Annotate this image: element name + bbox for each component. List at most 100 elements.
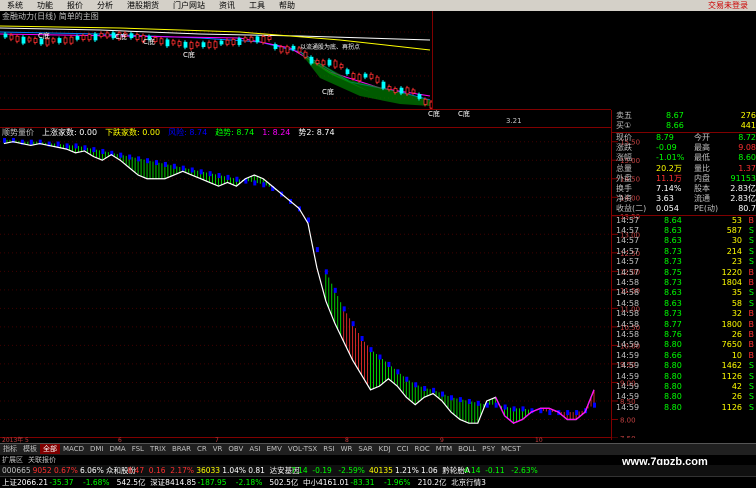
trend-dot	[396, 369, 400, 375]
candle	[279, 46, 284, 53]
indicator-tab[interactable]: WR	[338, 444, 356, 454]
stat-value: 20.2万	[656, 163, 682, 173]
indicator-tab[interactable]: BRAR	[169, 444, 194, 454]
trade-side: B	[748, 278, 755, 287]
ticker-field: -0.19	[312, 466, 332, 475]
indicator-tab[interactable]: OBV	[225, 444, 246, 454]
c-bottom-marker: C底	[322, 87, 334, 96]
indicator-tab[interactable]: ASI	[246, 444, 263, 454]
trade-price: 8.80	[664, 340, 682, 350]
indicator-tab[interactable]: RSI	[320, 444, 337, 454]
trade-side: S	[748, 361, 754, 371]
candle	[135, 34, 140, 40]
stat-row: 收益(二) 0.054 PE(动) 80.7	[616, 204, 756, 214]
indicator-tab[interactable]: CCI	[394, 444, 412, 454]
stat-label: 总量	[616, 163, 632, 173]
tick-trade-row: 14:58 8.77 1800 B	[616, 320, 756, 330]
tick-trade-row: 14:58 8.76 26 B	[616, 330, 756, 340]
candle	[249, 36, 254, 42]
candle	[315, 59, 320, 64]
tick-trade-row: 14:57 8.63 587 S	[616, 226, 756, 236]
tick-trade-row: 14:59 8.80 42 S	[616, 382, 756, 392]
trade-volume: 1126	[721, 402, 742, 412]
ticker-field: -2.18%	[235, 478, 263, 487]
order-book-label: 买①	[616, 121, 632, 130]
trend-dot	[101, 148, 105, 154]
stat-value: 9.08	[738, 143, 756, 153]
indicator-tab[interactable]: MTM	[433, 444, 455, 454]
menu-item-2[interactable]: 报价	[60, 0, 90, 11]
indicator-chart[interactable]: 15.5015.0014.5014.0013.5013.0012.5012.00…	[0, 138, 640, 438]
indicator-tab[interactable]: MCST	[498, 444, 524, 454]
chart-title: 金融动力(日线) 简单的主图	[2, 12, 99, 21]
trend-dot	[423, 386, 427, 391]
candle	[129, 33, 134, 39]
menu-item-5[interactable]: 门户网站	[166, 0, 212, 11]
menu-item-8[interactable]: 帮助	[272, 0, 302, 11]
trend-dot	[405, 376, 409, 382]
trade-time: 14:59	[616, 382, 640, 391]
menu-item-3[interactable]: 分析	[90, 0, 120, 11]
main-price-chart[interactable]: C底C底C底C底C底C底以流通股为底、再拐点	[0, 22, 432, 110]
ticker-field: 北京行情3	[451, 478, 486, 487]
indicator-tab[interactable]: SAR	[355, 444, 375, 454]
annotation: 3.21	[506, 117, 522, 125]
trend-dot	[315, 247, 319, 253]
indicator-tab[interactable]: KDJ	[376, 444, 394, 454]
indicator-tab[interactable]: 模板	[20, 444, 40, 454]
candle	[393, 88, 398, 93]
indicator-tab[interactable]: VR	[210, 444, 226, 454]
candle	[99, 32, 104, 37]
tick-trade-row: 14:59 8.80 1462 S	[616, 361, 756, 371]
stat-value: 2.83亿	[730, 194, 756, 204]
menu-item-6[interactable]: 资讯	[212, 0, 242, 11]
stat-label: 换手	[616, 184, 632, 193]
indicator-tab[interactable]: DMI	[87, 444, 107, 454]
menu-item-0[interactable]: 系统	[0, 0, 30, 11]
indicator-tab[interactable]: MACD	[60, 444, 87, 454]
indicator-tab[interactable]: CR	[194, 444, 210, 454]
indicator-tab[interactable]: 指标	[0, 444, 20, 454]
stat-row: 总量 20.2万 量比 1.37	[616, 164, 756, 174]
candle	[261, 36, 266, 43]
tick-trade-row: 14:59 8.80 1126 S	[616, 403, 756, 413]
menu-item-4[interactable]: 港股期货	[120, 0, 166, 11]
candle	[171, 40, 176, 45]
indicator-tab[interactable]: EMV	[264, 444, 285, 454]
trade-price: 8.80	[664, 382, 682, 391]
trade-side: S	[748, 298, 754, 308]
ticker-field: 0.67%	[54, 466, 78, 475]
stat-label: 涨跌	[616, 143, 632, 153]
stat-label: 涨幅	[616, 153, 632, 163]
ticker-field: -187.95	[197, 478, 227, 487]
trade-volume: 23	[731, 257, 742, 267]
ext-tab[interactable]: 扩展区	[2, 455, 23, 465]
indicator-tab[interactable]: PSY	[479, 444, 498, 454]
trade-time: 14:58	[616, 278, 640, 287]
c-bottom-marker: C底	[143, 37, 155, 46]
menu-item-1[interactable]: 功能	[30, 0, 60, 11]
indicator-tab[interactable]: BOLL	[455, 444, 479, 454]
indicator-tab[interactable]: VOL-TSX	[285, 444, 320, 454]
stat-value: 0.054	[656, 204, 679, 214]
ext-tab[interactable]: 关联报价	[28, 455, 56, 465]
candle	[201, 42, 206, 48]
indicator-value: 上涨家数: 0.00	[42, 128, 98, 137]
up-note: 以流通股为底、再拐点	[300, 43, 360, 51]
menu-item-7[interactable]: 工具	[242, 0, 272, 11]
trade-volume: 32	[731, 309, 742, 319]
indicator-tab[interactable]: 全部	[40, 444, 60, 454]
trade-time: 14:58	[616, 319, 640, 329]
indicator-tab[interactable]: FSL	[129, 444, 147, 454]
candle	[321, 60, 326, 66]
indicator-value: 趋势: 8.74	[215, 128, 255, 137]
indicator-tab[interactable]: DMA	[106, 444, 128, 454]
tick-trade-row: 14:57 8.75 1220 B	[616, 268, 756, 278]
indicator-tab[interactable]: TRIX	[147, 444, 169, 454]
stat-value: 1.37	[738, 163, 756, 173]
trade-price: 8.77	[664, 319, 682, 329]
trade-price: 8.63	[664, 236, 682, 246]
login-status[interactable]: 交易未登录	[708, 0, 748, 11]
indicator-tab[interactable]: ROC	[412, 444, 433, 454]
trade-side: S	[748, 257, 754, 267]
